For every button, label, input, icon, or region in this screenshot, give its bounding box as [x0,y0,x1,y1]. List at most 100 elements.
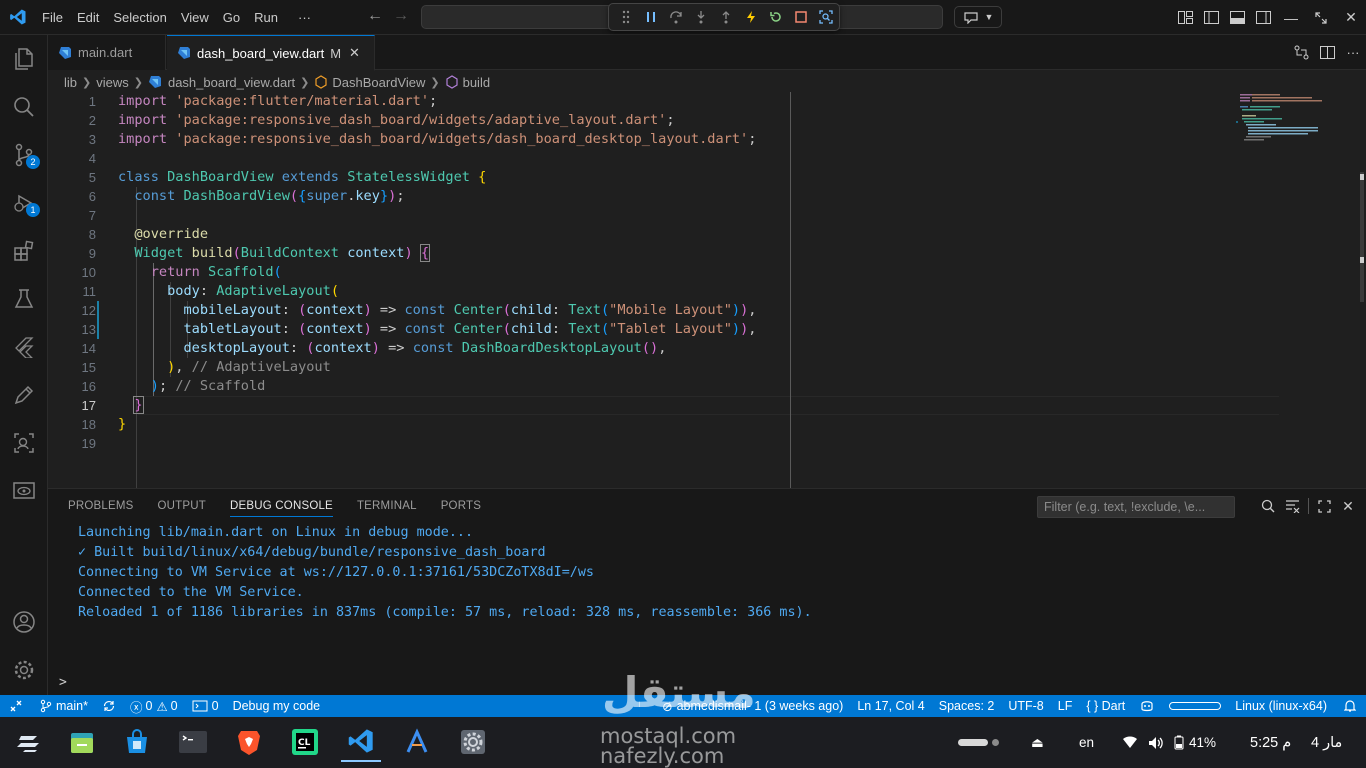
open-changes-icon[interactable] [1288,35,1314,70]
toggle-primary-sidebar-icon[interactable] [1198,0,1224,35]
close-tab-icon[interactable]: ✕ [349,45,360,61]
vertical-scrollbar[interactable] [1352,92,1366,488]
breadcrumb-lib[interactable]: lib [64,75,77,90]
breadcrumb-file[interactable]: dash_board_view.dart [168,75,295,90]
branch-name: main* [56,699,88,713]
run-debug-icon[interactable]: 1 [0,179,48,227]
clion-app-icon[interactable]: CL [285,722,325,762]
menu-run[interactable]: Run [247,0,285,35]
step-into-icon[interactable] [688,5,713,29]
extensions-icon[interactable] [0,227,48,275]
debug-badge: 1 [26,203,40,217]
maximize-button[interactable] [1306,0,1336,35]
scrollbar-thumb[interactable] [1360,172,1364,302]
pen-tool-icon[interactable] [0,371,48,419]
files-app-icon[interactable] [62,722,102,762]
minimize-button[interactable]: — [1276,0,1306,35]
flutter-icon[interactable] [0,323,48,371]
clear-console-icon[interactable] [1280,494,1304,518]
branch-status[interactable]: main* [32,695,95,717]
search-icon[interactable] [0,83,48,131]
close-window-button[interactable]: ✕ [1336,0,1366,35]
explorer-icon[interactable] [0,35,48,83]
battery-status[interactable]: 41% [1174,717,1216,768]
sync-icon[interactable] [95,695,123,717]
menu-edit[interactable]: Edit [70,0,106,35]
back-arrow-icon[interactable]: ← [362,7,388,25]
terminal-app-icon[interactable] [173,722,213,762]
clock-time[interactable]: 5:25 م [1250,717,1291,768]
software-store-icon[interactable] [117,722,157,762]
eject-icon[interactable]: ⏏ [1031,717,1044,768]
copilot-status-icon[interactable] [1132,695,1162,717]
keyboard-language[interactable]: en [1079,717,1094,768]
menu-more[interactable]: ··· [291,0,318,35]
workspace-indicator[interactable] [958,717,999,768]
code-editor[interactable]: 1 2 3 4 5 6 7 8 9 10 11 12 13 14 15 16 1… [48,92,1366,488]
menu-selection[interactable]: Selection [106,0,173,35]
line-number: 18 [81,417,96,432]
android-studio-icon[interactable] [397,722,437,762]
step-out-icon[interactable] [713,5,738,29]
search-console-icon[interactable] [1256,494,1280,518]
menu-file[interactable]: File [35,0,70,35]
code-line: tabletLayout: (context) => const Center(… [183,321,757,337]
breadcrumb-class[interactable]: DashBoardView [332,75,425,90]
more-actions-icon[interactable]: ··· [1340,35,1366,70]
encoding[interactable]: UTF-8 [1001,695,1050,717]
restart-icon[interactable] [763,5,788,29]
debug-status[interactable]: Debug my code [226,695,328,717]
step-over-icon[interactable] [663,5,688,29]
flutter-device[interactable]: Linux (linux-x64) [1228,695,1334,717]
vscode-app-icon[interactable] [341,722,381,762]
git-blame[interactable]: ⊘ abmedismail- 1 (3 weeks ago) [655,695,850,717]
console-prompt[interactable]: > [59,675,67,690]
hot-reload-icon[interactable] [738,5,763,29]
tab-output[interactable]: OUTPUT [146,489,218,523]
pause-icon[interactable] [638,5,663,29]
remote-explorer-icon[interactable] [0,419,48,467]
source-control-icon[interactable]: 2 [0,131,48,179]
tab-ports[interactable]: PORTS [429,489,493,523]
tab-debug-console[interactable]: DEBUG CONSOLE [218,489,345,523]
end-of-line[interactable]: LF [1051,695,1080,717]
tab-dash-board-view[interactable]: dash_board_view.dart M ✕ [167,35,375,71]
notifications-bell-icon[interactable] [1334,695,1366,717]
stop-icon[interactable] [788,5,813,29]
settings-app-icon[interactable] [453,722,493,762]
zorin-menu-icon[interactable] [9,722,49,762]
tab-terminal[interactable]: TERMINAL [345,489,429,523]
brave-browser-icon[interactable] [229,722,269,762]
language-mode[interactable]: { } Dart [1079,695,1132,717]
volume-icon[interactable] [1148,717,1165,768]
maximize-panel-icon[interactable] [1312,494,1336,518]
account-icon[interactable] [0,598,48,646]
console-filter-input[interactable]: Filter (e.g. text, !exclude, \e... [1037,496,1235,518]
copilot-button[interactable]: ▼ [954,6,1002,28]
toggle-panel-icon[interactable] [1224,0,1250,35]
remote-indicator-icon[interactable] [0,695,32,717]
minimap[interactable] [1232,92,1352,152]
tab-problems[interactable]: PROBLEMS [56,489,146,523]
breadcrumb-views[interactable]: views [96,75,129,90]
menu-view[interactable]: View [174,0,216,35]
indentation[interactable]: Spaces: 2 [932,695,1002,717]
settings-gear-icon[interactable] [0,646,48,694]
cursor-position[interactable]: Ln 17, Col 4 [850,695,931,717]
clock-date[interactable]: مار 4 [1311,717,1342,768]
close-panel-icon[interactable]: ✕ [1336,494,1360,518]
problems-status[interactable]: ⓧ 0 ⚠ 0 [123,695,185,717]
ports-status[interactable]: 0 [185,695,226,717]
preview-icon[interactable] [0,467,48,515]
customize-layout-icon[interactable] [1172,0,1198,35]
breadcrumb-method[interactable]: build [463,75,490,90]
forward-arrow-icon[interactable]: → [388,7,414,25]
wifi-icon[interactable] [1122,717,1138,768]
drag-handle-icon[interactable] [613,5,638,29]
menu-go[interactable]: Go [216,0,247,35]
tab-main-dart[interactable]: main.dart [48,35,166,70]
split-editor-icon[interactable] [1314,35,1340,70]
testing-icon[interactable] [0,275,48,323]
widget-inspector-icon[interactable] [813,5,838,29]
toggle-secondary-sidebar-icon[interactable] [1250,0,1276,35]
